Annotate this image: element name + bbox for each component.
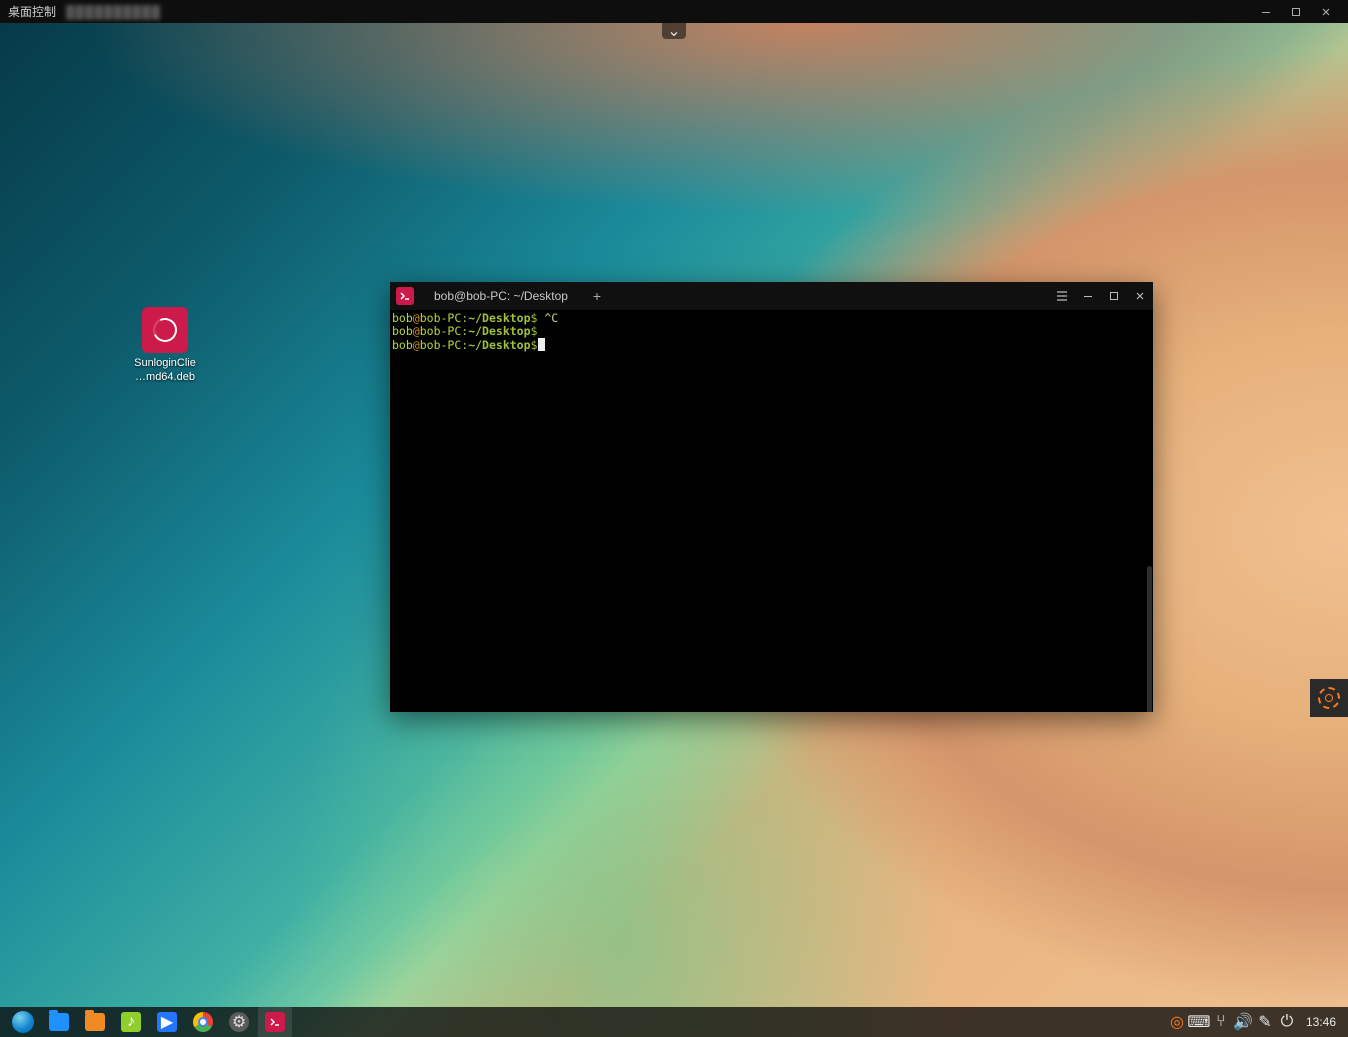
desktop-icon-sunlogin-deb[interactable]: SunloginClie …md64.deb: [125, 307, 205, 385]
terminal-minimize-button[interactable]: [1075, 284, 1101, 308]
close-button[interactable]: [1312, 2, 1340, 22]
maximize-button[interactable]: [1282, 2, 1310, 22]
tray-keyboard-layout[interactable]: ⌨: [1190, 1013, 1208, 1031]
taskbar-app-file-manager[interactable]: [42, 1007, 76, 1037]
taskbar-app-video[interactable]: ▶: [150, 1007, 184, 1037]
terminal-new-tab-button[interactable]: +: [588, 287, 606, 305]
terminal-menu-button[interactable]: [1049, 284, 1075, 308]
minimize-button[interactable]: [1252, 2, 1280, 22]
terminal-body[interactable]: bob@bob-PC:~/Desktop$ ^Cbob@bob-PC:~/Des…: [390, 310, 1153, 712]
terminal-app-icon: [396, 287, 414, 305]
tray-power[interactable]: ⏻: [1278, 1013, 1296, 1031]
terminal-scrollbar[interactable]: [1147, 566, 1152, 712]
terminal-titlebar[interactable]: bob@bob-PC: ~/Desktop +: [390, 282, 1153, 310]
music-icon: ♪: [121, 1012, 141, 1032]
terminal-cursor: [538, 338, 545, 351]
terminal-close-button[interactable]: [1127, 284, 1153, 308]
tray-usb[interactable]: ⑂: [1212, 1013, 1230, 1031]
taskbar-app-music[interactable]: ♪: [114, 1007, 148, 1037]
taskbar-app-chrome[interactable]: [186, 1007, 220, 1037]
taskbar-app-launcher[interactable]: [6, 1007, 40, 1037]
settings-icon: ⚙: [229, 1012, 249, 1032]
video-icon: ▶: [157, 1012, 177, 1032]
terminal-maximize-button[interactable]: [1101, 284, 1127, 308]
launcher-icon: [12, 1011, 34, 1033]
terminal-icon: [265, 1012, 285, 1032]
terminal-line: bob@bob-PC:~/Desktop$: [392, 338, 1151, 352]
desktop-icon-label: SunloginClie: [125, 357, 205, 371]
app-store-icon: [85, 1013, 105, 1031]
terminal-line: bob@bob-PC:~/Desktop$: [392, 325, 1151, 338]
terminal-tab-title[interactable]: bob@bob-PC: ~/Desktop: [434, 289, 568, 303]
gear-icon: [1318, 687, 1340, 709]
debian-package-icon: [142, 307, 188, 353]
desktop-icon-label: …md64.deb: [125, 371, 205, 385]
chevron-down-icon: ⌄: [667, 21, 680, 41]
remote-window-title: 桌面控制: [8, 3, 56, 20]
taskbar-app-settings[interactable]: ⚙: [222, 1007, 256, 1037]
taskbar-clock[interactable]: 13:46: [1306, 1015, 1336, 1029]
taskbar: ♪ ▶ ⚙ ◎⌨⑂🔊✎⏻ 13:46: [0, 1007, 1348, 1037]
tray-sunlogin-tray[interactable]: ◎: [1168, 1013, 1186, 1031]
terminal-window[interactable]: bob@bob-PC: ~/Desktop + bob@bob-PC:~/Des…: [390, 282, 1153, 712]
remote-desktop[interactable]: ⌄ SunloginClie …md64.deb bob@bob-PC: ~/D…: [0, 23, 1348, 1037]
tray-volume[interactable]: 🔊: [1234, 1013, 1252, 1031]
chrome-icon: [193, 1012, 213, 1032]
file-manager-icon: [49, 1013, 69, 1031]
remote-session-id: ██████████: [66, 5, 161, 19]
tray-edit[interactable]: ✎: [1256, 1013, 1274, 1031]
taskbar-app-app-store[interactable]: [78, 1007, 112, 1037]
sunlogin-side-widget[interactable]: [1310, 679, 1348, 717]
toolbar-drop-tab[interactable]: ⌄: [662, 23, 686, 39]
remote-window-titlebar: 桌面控制 ██████████: [0, 0, 1348, 23]
taskbar-app-terminal[interactable]: [258, 1007, 292, 1037]
